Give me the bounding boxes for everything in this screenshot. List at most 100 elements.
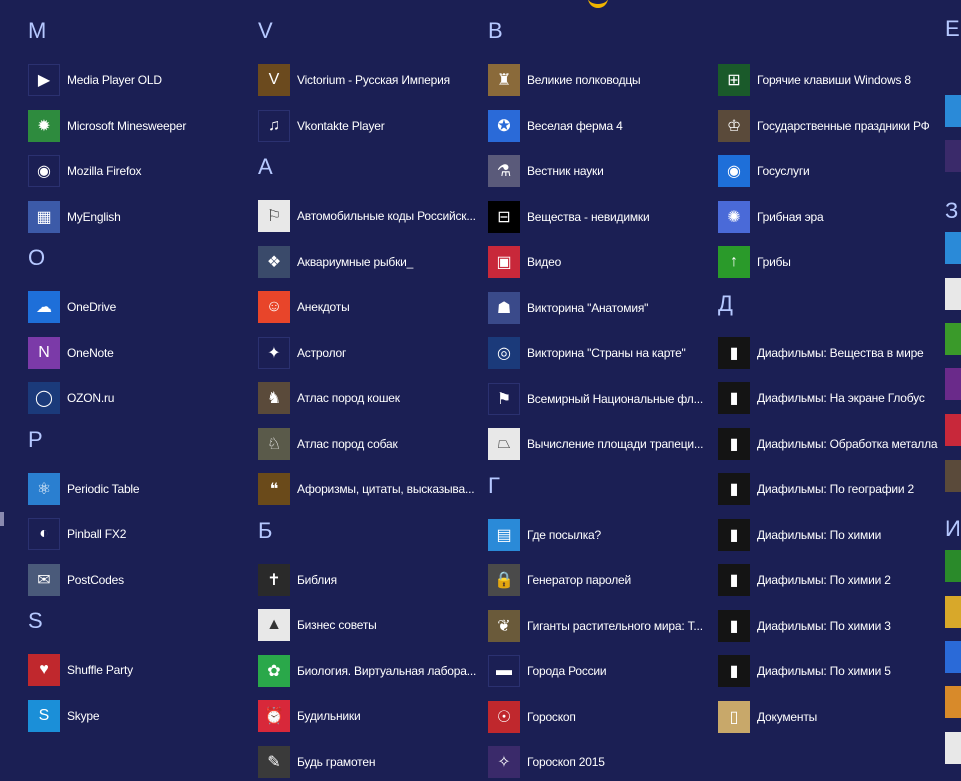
group-header-letter[interactable]: O (28, 245, 45, 271)
app-tile-item[interactable]: ⚛ Periodic Table (28, 470, 140, 508)
app-tile-item[interactable]: ▤ Где посылка? (488, 516, 601, 554)
app-tile-partial[interactable] (945, 596, 961, 628)
app-tile-item[interactable]: ⚗ Вестник науки (488, 152, 604, 190)
app-tile-item[interactable]: ♘ Атлас пород собак (258, 425, 398, 463)
app-tile-partial[interactable] (945, 140, 961, 172)
app-tile-item[interactable]: ▮ Диафильмы: По химии 5 (718, 652, 891, 690)
app-tile-item[interactable]: ☗ Викторина "Анатомия" (488, 289, 648, 327)
app-tile-item[interactable]: ✎ Будь грамотен (258, 743, 375, 781)
app-tile-item[interactable]: ♜ Великие полководцы (488, 61, 641, 99)
app-tile-item[interactable]: ☉ Гороскоп (488, 698, 576, 736)
app-tile-item[interactable]: ▯ Документы (718, 698, 817, 736)
app-tile-partial[interactable] (945, 686, 961, 718)
app-tile-item[interactable]: ⚐ Автомобильные коды Российск... (258, 197, 476, 235)
app-tile-partial[interactable] (945, 460, 961, 492)
group-header-letter[interactable]: S (28, 608, 43, 634)
aphorisms-icon: ❝ (258, 473, 290, 505)
postcodes-icon: ✉ (28, 563, 60, 596)
group-header-letter[interactable]: Г (488, 473, 500, 499)
app-tile-partial[interactable] (945, 95, 961, 127)
app-label: Диафильмы: По химии 5 (757, 664, 891, 678)
app-label: Города России (527, 664, 607, 678)
app-tile-item[interactable]: ♥ Shuffle Party (28, 651, 133, 689)
app-tile-partial[interactable] (945, 414, 961, 446)
app-tile-item[interactable]: ↑ Грибы (718, 243, 791, 281)
app-tile-item[interactable]: ✦ Астролог (258, 334, 346, 372)
app-tile-item[interactable]: ❦ Гиганты растительного мира: Т... (488, 607, 703, 645)
app-tile-item[interactable]: ▮ Диафильмы: На экране Глобус (718, 379, 925, 417)
app-tile-item[interactable]: ☺ Анекдоты (258, 288, 350, 326)
app-tile-partial[interactable] (945, 232, 961, 264)
app-tile-item[interactable]: ✝ Библия (258, 561, 337, 599)
app-tile-item[interactable]: S Skype (28, 697, 100, 735)
app-tile-item[interactable]: ☁ OneDrive (28, 288, 116, 326)
app-tile-item[interactable]: N OneNote (28, 334, 114, 372)
app-tile-item[interactable]: V Victorium - Русская Империя (258, 61, 450, 99)
app-tile-item[interactable]: ❖ Аквариумные рыбки_ (258, 243, 413, 281)
app-tile-item[interactable]: ◎ Викторина "Страны на карте" (488, 334, 686, 372)
app-tile-item[interactable]: ♫ Vkontakte Player (258, 107, 385, 145)
app-tile-partial[interactable] (945, 278, 961, 310)
app-tile-partial[interactable] (945, 550, 961, 582)
myenglish-icon: ▦ (28, 200, 60, 233)
app-tile-partial[interactable] (945, 732, 961, 764)
app-tile-item[interactable]: ◯ OZON.ru (28, 379, 114, 417)
app-tile-item[interactable]: ◉ Госуслуги (718, 152, 810, 190)
app-tile-item[interactable]: ◉ Mozilla Firefox (28, 152, 142, 190)
horoscope-icon: ☉ (488, 700, 520, 733)
group-header-letter[interactable]: Б (258, 518, 272, 544)
app-tile-item[interactable]: ✿ Биология. Виртуальная лабора... (258, 652, 476, 690)
app-tile-item[interactable]: ❝ Афоризмы, цитаты, высказыва... (258, 470, 475, 508)
group-header-letter[interactable]: З (945, 198, 958, 224)
app-tile-item[interactable]: ▲ Бизнес советы (258, 606, 377, 644)
app-tile-item[interactable]: ⚑ Всемирный Национальные фл... (488, 380, 703, 418)
filmstrip-icon: ▮ (718, 382, 750, 414)
group-header-letter[interactable]: И (945, 516, 961, 542)
app-label: Где посылка? (527, 527, 601, 542)
app-tile-item[interactable]: ✺ Грибная эра (718, 198, 824, 236)
group-header-letter[interactable]: V (258, 18, 273, 44)
app-tile-item[interactable]: ▮ Диафильмы: Обработка металла (718, 425, 938, 463)
app-tile-item[interactable]: ⏢ Вычисление площади трапеци... (488, 425, 703, 463)
group-header-letter[interactable]: Д (718, 291, 733, 317)
group-header-letter[interactable]: P (28, 427, 43, 453)
biology-icon: ✿ (258, 654, 290, 687)
app-tile-item[interactable]: 🔒 Генератор паролей (488, 561, 631, 599)
app-tile-item[interactable]: ♔ Государственные праздники РФ (718, 107, 930, 145)
app-label: Victorium - Русская Империя (297, 73, 450, 87)
app-tile-item[interactable]: ▮ Диафильмы: По химии 3 (718, 607, 891, 645)
app-tile-item[interactable]: ⊟ Вещества - невидимки (488, 198, 650, 236)
group-header-letter[interactable]: А (258, 154, 273, 180)
app-tile-item[interactable]: ⊞ Горячие клавиши Windows 8 (718, 61, 911, 99)
group-header-letter[interactable]: M (28, 18, 46, 44)
app-label: Гороскоп (527, 709, 576, 724)
app-tile-item[interactable]: ▦ MyEnglish (28, 198, 121, 236)
app-tile-partial[interactable] (945, 323, 961, 355)
app-tile-item[interactable]: ▣ Видео (488, 243, 561, 281)
app-tile-item[interactable]: ⏰ Будильники (258, 697, 361, 735)
app-label: Веселая ферма 4 (527, 118, 623, 133)
app-tile-item[interactable]: ▮ Диафильмы: По химии 2 (718, 561, 891, 599)
app-tile-item[interactable]: ✧ Гороскоп 2015 (488, 743, 605, 781)
app-tile-item[interactable]: ▮ Диафильмы: По химии (718, 516, 881, 554)
app-label: Автомобильные коды Российск... (297, 209, 476, 223)
app-tile-item[interactable]: ♞ Атлас пород кошек (258, 379, 400, 417)
victorium-icon: V (258, 64, 290, 96)
app-tile-item[interactable]: ▶ Media Player OLD (28, 61, 162, 99)
app-tile-item[interactable]: ✹ Microsoft Minesweeper (28, 107, 186, 145)
group-header-letter[interactable]: Е, (945, 16, 961, 42)
video-icon: ▣ (488, 246, 520, 278)
app-tile-item[interactable]: ▬ Города России (488, 652, 607, 690)
app-tile-item[interactable]: ✪ Веселая ферма 4 (488, 107, 623, 145)
app-tile-partial[interactable] (945, 641, 961, 673)
app-tile-item[interactable]: ▮ Диафильмы: По географии 2 (718, 470, 914, 508)
app-tile-item[interactable]: ✉ PostCodes (28, 561, 124, 599)
app-tile-partial[interactable] (945, 368, 961, 400)
app-label: Викторина "Анатомия" (527, 300, 649, 315)
app-tile-partial[interactable] (945, 50, 961, 82)
start-apps-screen: M ▶ Media Player OLD ✹ Microsoft Minesweeper… (0, 0, 961, 778)
app-label: Будильники (297, 709, 361, 723)
group-header-letter[interactable]: В (488, 18, 503, 44)
app-tile-item[interactable]: ◐ Pinball FX2 (28, 515, 126, 553)
app-tile-item[interactable]: ▮ Диафильмы: Вещества в мире (718, 334, 924, 372)
